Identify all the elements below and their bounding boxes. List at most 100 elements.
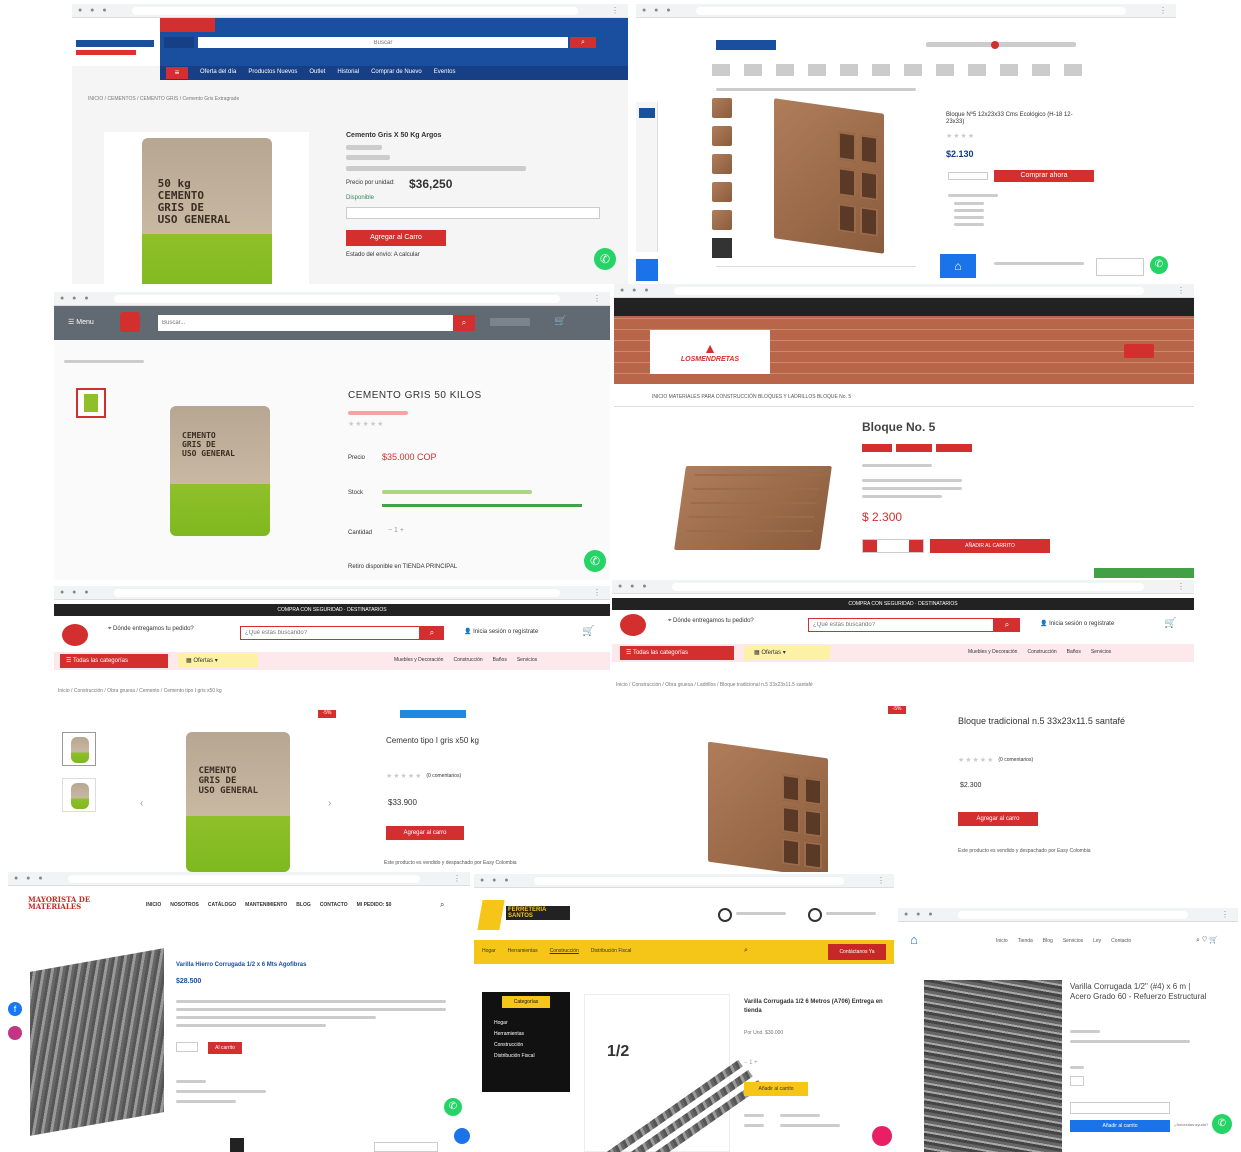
account-link[interactable]: 👤 Inicia sesión o regístrate (464, 628, 538, 635)
cart-icon[interactable]: 🛒 (582, 626, 594, 637)
offers-button[interactable]: ▦ Ofertas ▾ (178, 654, 258, 668)
nav-construccion[interactable]: Construcción (453, 657, 482, 663)
thumbnail[interactable] (712, 126, 732, 146)
whatsapp-chat-button[interactable] (1094, 568, 1194, 578)
quantity-stepper[interactable] (862, 539, 924, 553)
category-nav[interactable] (712, 64, 1092, 76)
logo[interactable]: ⌂ (910, 932, 930, 950)
cart-icon[interactable]: 🛒 (554, 316, 566, 327)
nav-inicio[interactable]: Inicio (996, 938, 1008, 944)
address-bar[interactable] (114, 295, 560, 303)
whatsapp-icon[interactable]: ✆ (584, 550, 606, 572)
thumbnail[interactable] (712, 238, 732, 258)
all-categories-button[interactable]: ☰ Todas las categorías (620, 646, 734, 660)
thumbnail[interactable] (62, 778, 96, 812)
address-bar[interactable] (534, 877, 844, 885)
search-icon[interactable]: ⌕ (440, 900, 444, 910)
share-button[interactable] (896, 444, 932, 452)
product-image[interactable]: 1/2 (584, 994, 763, 1152)
nav-mi-pedido[interactable]: MI PEDIDO: $0 (357, 902, 392, 908)
cart-icon[interactable] (1124, 344, 1154, 358)
share-button[interactable] (936, 444, 972, 452)
nav-banos[interactable]: Baños (493, 657, 507, 663)
thumbnail[interactable] (62, 732, 96, 766)
address-bar[interactable] (132, 7, 578, 15)
brick-block-image[interactable] (674, 466, 832, 550)
whatsapp-icon[interactable] (718, 908, 732, 922)
nav-servicios[interactable]: Servicios (1063, 938, 1083, 944)
quantity-stepper[interactable] (948, 172, 988, 180)
nav-servicios[interactable]: Servicios (517, 657, 537, 663)
whatsapp-icon[interactable] (808, 908, 822, 922)
whatsapp-icon[interactable]: ✆ (444, 1098, 462, 1116)
nav-inicio[interactable]: INICIO (146, 902, 161, 908)
thumbnail[interactable] (712, 182, 732, 202)
whatsapp-icon[interactable]: ✆ (1150, 256, 1168, 274)
chat-bubble[interactable] (1096, 258, 1144, 276)
whatsapp-icon[interactable]: ✆ (1212, 1114, 1232, 1134)
rebar-image[interactable] (924, 980, 1062, 1152)
logo[interactable]: FERRETERÍA SANTOS (477, 896, 570, 934)
nav-banos[interactable]: Baños (1067, 649, 1081, 655)
thumbnail[interactable] (712, 210, 732, 230)
chat-button[interactable] (374, 1142, 438, 1152)
nav-historial[interactable]: Historial (337, 69, 359, 75)
nav-comprar[interactable]: Comprar de Nuevo (371, 69, 422, 75)
brick-block-image[interactable] (774, 98, 884, 254)
brick-block-image[interactable] (708, 741, 828, 872)
home-icon[interactable]: ⌂ (940, 254, 976, 278)
nav-distribucion[interactable]: Distribución Fiscal (591, 948, 632, 954)
nav-construccion[interactable]: Construcción (1027, 649, 1056, 655)
nav-construccion[interactable]: Construcción (550, 948, 579, 954)
quantity-select[interactable] (346, 207, 600, 219)
add-to-cart-button[interactable]: Al carrito (208, 1042, 242, 1054)
wishlist-button[interactable] (1070, 1102, 1170, 1114)
product-image[interactable]: 50 kg CEMENTO GRIS DE USO GENERAL (104, 132, 309, 284)
logo[interactable] (62, 624, 88, 646)
logo[interactable]: MAYORISTA DE MATERIALES (28, 896, 92, 918)
nav-catalogo[interactable]: CATÁLOGO (208, 902, 236, 908)
sidebar-item-herramientas[interactable]: Herramientas (494, 1029, 558, 1040)
nav-nuevos[interactable]: Productos Nuevos (248, 69, 297, 75)
sidebar-item-hogar[interactable]: Hogar (494, 1018, 558, 1029)
search-icon[interactable]: ⌕ (420, 626, 444, 640)
nav-blog[interactable]: Blog (1043, 938, 1053, 944)
search-icon[interactable]: ⌕ (453, 315, 475, 331)
quantity-stepper[interactable]: − 1 + (744, 1060, 758, 1066)
side-toolbar[interactable] (636, 102, 658, 252)
all-categories-button[interactable]: ☰ Todas las categorías (60, 654, 168, 668)
buy-now-button[interactable]: Comprar ahora (994, 170, 1094, 182)
logo[interactable] (120, 312, 140, 332)
address-bar[interactable] (674, 287, 1144, 295)
thumbnail[interactable] (76, 388, 106, 418)
add-to-cart-button[interactable]: Agregar al carro (386, 826, 464, 840)
logo[interactable]: ▲ LOSMENDRETAS (650, 330, 770, 374)
logo[interactable] (716, 40, 776, 50)
nav-herramientas[interactable]: Herramientas (508, 948, 538, 954)
offers-button[interactable]: ▦ Ofertas ▾ (744, 646, 830, 660)
quantity-input[interactable] (1070, 1076, 1084, 1086)
add-to-cart-button[interactable]: Añadir al carrito (744, 1082, 808, 1096)
next-arrow-icon[interactable]: › (328, 798, 331, 809)
account-link[interactable] (490, 318, 530, 326)
thumbnail[interactable] (712, 98, 732, 118)
nav-outlet[interactable]: Outlet (309, 69, 325, 75)
add-to-cart-button[interactable]: Añadir al carrito (1070, 1120, 1170, 1132)
address-bar[interactable] (696, 7, 1126, 15)
add-to-cart-button[interactable]: AÑADIR AL CARRITO (930, 539, 1050, 553)
cement-bag-image[interactable]: CEMENTO GRIS DE USO GENERAL (186, 732, 290, 872)
logo[interactable] (620, 614, 646, 636)
whatsapp-icon[interactable]: ✆ (594, 248, 616, 270)
location-selector[interactable]: ⌖ Dónde entregamos tu pedido? (108, 626, 194, 633)
nav-hogar[interactable]: Hogar (482, 948, 496, 954)
nav-mantenimiento[interactable]: MANTENIMIENTO (245, 902, 287, 908)
rebar-image[interactable] (30, 948, 164, 1136)
search-input[interactable] (198, 37, 568, 48)
address-bar[interactable] (68, 875, 420, 883)
sidebar-item-construccion[interactable]: Construcción (494, 1040, 558, 1051)
sidebar-item-distribucion[interactable]: Distribución Fiscal (494, 1051, 558, 1062)
description-tab[interactable] (716, 266, 916, 276)
cement-bag-image[interactable]: CEMENTO GRIS DE USO GENERAL (170, 406, 270, 536)
nav-blog[interactable]: BLOG (296, 902, 310, 908)
scroll-top-button[interactable] (230, 1138, 244, 1152)
